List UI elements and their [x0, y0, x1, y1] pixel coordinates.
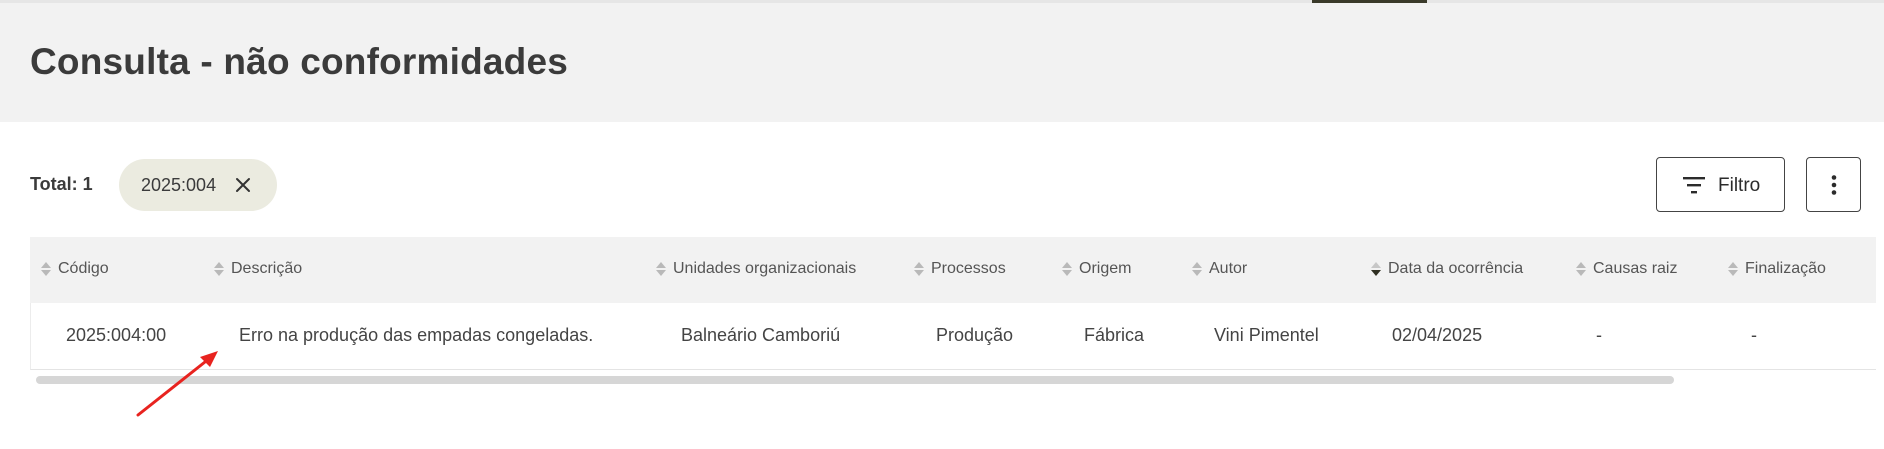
filter-chip[interactable]: 2025:004	[119, 159, 277, 211]
table-cell: -	[1596, 325, 1602, 345]
table-cell: Balneário Camboriú	[681, 325, 841, 345]
table-cell: Fábrica	[1084, 325, 1145, 345]
column-header-label: Data da ocorrência	[1388, 260, 1524, 277]
column-header[interactable]: Código	[40, 260, 109, 278]
filter-button-label: Filtro	[1718, 175, 1761, 196]
sort-icon	[656, 262, 666, 276]
filter-lines-icon	[1683, 177, 1705, 194]
close-icon[interactable]	[234, 176, 252, 194]
sort-icon	[1062, 262, 1072, 276]
horizontal-scrollbar[interactable]	[36, 376, 1674, 384]
page-header: Consulta - não conformidades	[0, 3, 1884, 122]
filter-chip-label: 2025:004	[141, 174, 217, 195]
sort-icon	[1192, 262, 1202, 276]
sort-icon	[1728, 262, 1738, 276]
column-header[interactable]: Causas raiz	[1575, 260, 1677, 278]
column-header-label: Finalização	[1745, 260, 1826, 277]
column-header-label: Descrição	[231, 260, 303, 277]
results-table: Código Descrição Unidades organizacionais P…	[30, 237, 1876, 370]
table-cell: Produção	[936, 325, 1014, 345]
filter-button[interactable]: Filtro	[1656, 157, 1785, 212]
table-row[interactable]: 2025:004:00 Erro na produção das empadas …	[30, 303, 1876, 370]
sort-descending-icon	[1371, 262, 1381, 276]
table-cell: -	[1751, 325, 1757, 345]
more-options-button[interactable]	[1806, 157, 1861, 212]
sort-icon	[1576, 262, 1586, 276]
column-header-label: Processos	[931, 260, 1006, 277]
column-header[interactable]: Processos	[913, 260, 1006, 278]
column-header-label: Causas raiz	[1593, 260, 1678, 277]
column-header[interactable]: Autor	[1191, 260, 1247, 278]
page-title: Consulta - não conformidades	[30, 41, 569, 82]
table-cell: Erro na produção das empadas congeladas.	[239, 325, 594, 345]
column-header[interactable]: Finalização	[1727, 260, 1826, 278]
annotation-arrow-icon	[136, 351, 218, 417]
sort-icon	[914, 262, 924, 276]
column-header-label: Unidades organizacionais	[673, 260, 857, 277]
more-vertical-icon	[1831, 175, 1837, 195]
column-header[interactable]: Descrição	[213, 260, 302, 278]
total-count: Total: 1	[30, 174, 93, 194]
table-cell: 2025:004:00	[66, 325, 167, 345]
sort-icon	[41, 262, 51, 276]
sort-icon	[214, 262, 224, 276]
column-header-label: Origem	[1079, 260, 1132, 277]
table-cell: 02/04/2025	[1392, 325, 1483, 345]
column-header[interactable]: Unidades organizacionais	[655, 260, 856, 278]
column-header[interactable]: Origem	[1061, 260, 1131, 278]
column-header-label: Código	[58, 260, 109, 277]
table-header: Código Descrição Unidades organizacionais P…	[30, 237, 1876, 303]
column-header-label: Autor	[1209, 260, 1248, 277]
table-cell: Vini Pimentel	[1214, 325, 1319, 345]
column-header[interactable]: Data da ocorrência	[1370, 260, 1523, 278]
